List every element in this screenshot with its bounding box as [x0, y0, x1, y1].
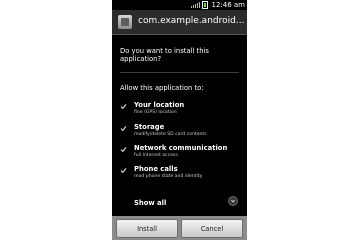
status-time: 12:46 am: [211, 1, 245, 9]
permission-detail: modify/delete SD card contents: [134, 132, 207, 137]
signal-icon: [191, 2, 200, 8]
divider: [120, 72, 239, 73]
chevron-down-icon[interactable]: [228, 196, 238, 206]
app-title: com.example.android...: [138, 16, 245, 26]
check-icon: [120, 126, 127, 132]
cancel-button[interactable]: Cancel: [181, 219, 243, 238]
install-button[interactable]: Install: [116, 219, 178, 238]
allow-heading: Allow this application to:: [120, 84, 204, 92]
status-icons: 12:46 am: [191, 1, 245, 9]
title-bar: com.example.android...: [112, 10, 247, 35]
check-icon: [120, 147, 127, 153]
install-question: Do you want to install this application?: [120, 47, 209, 63]
permission-title: Network communication: [134, 144, 228, 152]
permission-detail: read phone state and identity: [134, 174, 203, 179]
show-all-button[interactable]: Show all: [134, 199, 166, 207]
app-package-icon: [118, 15, 132, 29]
permission-title: Storage: [134, 123, 165, 131]
button-bar: Install Cancel: [112, 216, 247, 240]
permission-title: Phone calls: [134, 165, 178, 173]
permission-detail: full Internet access: [134, 153, 178, 158]
battery-icon: [202, 1, 209, 9]
permission-detail: fine (GPS) location: [134, 110, 177, 115]
permission-title: Your location: [134, 101, 185, 109]
check-icon: [120, 168, 127, 174]
status-bar: 12:46 am: [112, 0, 247, 10]
install-screen: 12:46 am com.example.android... Do you w…: [112, 0, 247, 240]
check-icon: [120, 104, 127, 110]
